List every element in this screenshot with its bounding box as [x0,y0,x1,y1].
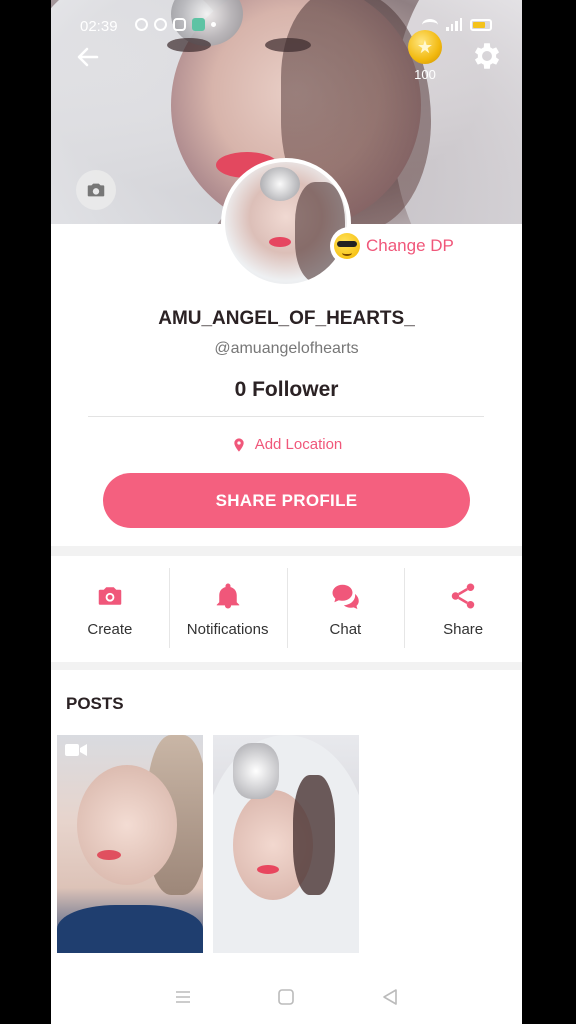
share-action[interactable]: Share [404,556,522,662]
status-time: 02:39 [80,18,118,35]
notification-icons [135,18,216,31]
change-dp-button[interactable]: Change DP [330,227,466,265]
video-icon [65,744,87,756]
camera-icon [87,183,105,197]
change-dp-label: Change DP [366,236,454,255]
sync-icon [154,18,167,31]
chat-action[interactable]: Chat [286,556,405,662]
status-bar: 02:39 [51,14,522,40]
instagram-icon [173,18,186,31]
camera-icon [98,586,122,605]
notifications-action[interactable]: Notifications [168,556,287,662]
bell-icon [216,583,239,608]
menu-icon[interactable] [173,987,193,1007]
coin-count: 100 [414,67,436,82]
share-icon [451,583,475,608]
home-square-icon[interactable] [276,987,296,1007]
profile-display-name: AMU_ANGEL_OF_HEARTS_ [158,308,415,329]
change-cover-camera-button[interactable] [76,170,116,210]
battery-icon [470,18,492,31]
messenger-icon [135,18,148,31]
profile-screen: 02:39 ★ 100 Change DP AMU_ANGEL_OF_HEART… [51,0,522,1024]
back-arrow-icon[interactable] [73,42,103,72]
share-label: Share [443,620,484,638]
create-action[interactable]: Create [51,556,169,662]
post-thumbnail[interactable] [213,735,359,953]
chat-label: Chat [329,620,362,638]
add-location-label: Add Location [254,436,343,453]
system-nav-bar [51,970,522,1024]
location-pin-icon [234,437,244,452]
create-label: Create [87,620,133,638]
posts-section: POSTS [51,670,522,970]
profile-handle: @amuangelofhearts [214,340,359,357]
follower-count[interactable]: 0 Follower [51,378,522,402]
chat-bubbles-icon [332,584,360,609]
signal-icon [446,18,462,31]
more-dot-icon [211,22,216,27]
action-bar: Create Notifications Chat Share [51,556,522,662]
back-triangle-icon[interactable] [380,987,400,1007]
sunglasses-emoji-icon [334,233,360,259]
share-profile-button[interactable]: SHARE PROFILE [103,473,470,528]
wifi-icon [422,18,438,31]
notifications-label: Notifications [186,620,269,638]
divider [88,416,484,417]
post-thumbnail[interactable] [57,735,203,953]
message-icon [192,18,205,31]
settings-gear-icon[interactable] [470,39,504,73]
add-location-link[interactable]: Add Location [51,436,522,453]
coin-icon[interactable]: ★ [408,30,442,64]
posts-title: POSTS [66,694,124,713]
profile-avatar[interactable] [221,158,351,288]
